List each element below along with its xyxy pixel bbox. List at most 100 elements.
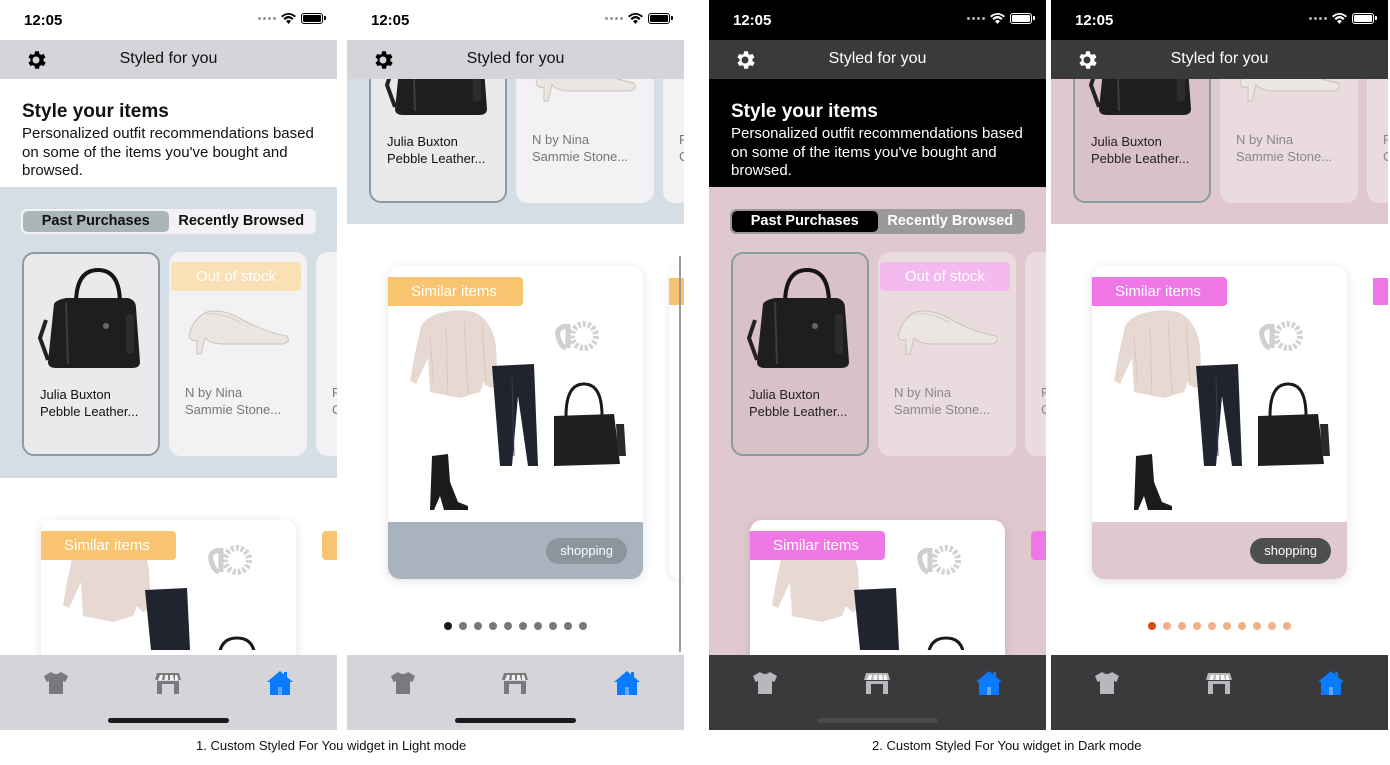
similar-items-badge: Similar items bbox=[1092, 277, 1227, 306]
page-dot[interactable] bbox=[579, 622, 587, 630]
page-dot[interactable] bbox=[564, 622, 572, 630]
nav-title: Styled for you bbox=[119, 50, 218, 67]
nav-bar: Styled for you bbox=[1051, 40, 1388, 79]
page-dot[interactable] bbox=[1178, 622, 1186, 630]
style-header: Style your items Personalized outfit rec… bbox=[709, 79, 1046, 187]
out-of-stock-badge: Out of stock bbox=[880, 262, 1010, 291]
storefront-icon[interactable] bbox=[154, 669, 182, 697]
item-name: N by Nina Sammie Stone... bbox=[894, 385, 991, 417]
battery-icon bbox=[648, 13, 673, 24]
outfit-card[interactable]: Similar items shopping bbox=[388, 266, 643, 579]
next-outfit-peek bbox=[1031, 531, 1046, 560]
item-name: FC bbox=[1383, 132, 1388, 164]
segment-recently-browsed[interactable]: Recently Browsed bbox=[169, 211, 315, 232]
item-card-selected[interactable]: Julia Buxton Pebble Leather... bbox=[22, 252, 160, 456]
status-time: 12:05 bbox=[1075, 12, 1114, 29]
item-card-peek[interactable]: FC bbox=[1025, 252, 1046, 456]
shoe-image bbox=[183, 296, 293, 356]
home-icon[interactable] bbox=[975, 669, 1003, 697]
status-bar: 12:05 bbox=[347, 0, 684, 40]
nav-bar: Styled for you bbox=[347, 40, 684, 79]
status-indicators bbox=[967, 13, 1035, 24]
tshirt-icon[interactable] bbox=[389, 669, 417, 697]
page-dot[interactable] bbox=[459, 622, 467, 630]
item-card-selected[interactable]: Julia Buxton Pebble Leather... bbox=[731, 252, 869, 456]
battery-icon bbox=[1352, 13, 1377, 24]
segment-past-purchases[interactable]: Past Purchases bbox=[23, 211, 169, 232]
outfit-card[interactable]: Similar items shopping bbox=[1092, 266, 1347, 579]
battery-icon bbox=[1010, 13, 1035, 24]
tshirt-icon[interactable] bbox=[751, 669, 779, 697]
tshirt-icon[interactable] bbox=[1093, 669, 1121, 697]
next-outfit-peek bbox=[322, 531, 337, 560]
item-name: FC bbox=[679, 132, 684, 164]
page-dot-active[interactable] bbox=[1148, 622, 1156, 630]
battery-icon bbox=[301, 13, 326, 24]
header-title: Style your items bbox=[22, 101, 169, 122]
wifi-icon bbox=[281, 13, 296, 24]
item-card-peek[interactable]: FC bbox=[316, 252, 337, 456]
page-dot[interactable] bbox=[1268, 622, 1276, 630]
similar-items-badge: Similar items bbox=[41, 531, 176, 560]
page-dot-active[interactable] bbox=[444, 622, 452, 630]
segment-recently-browsed[interactable]: Recently Browsed bbox=[878, 211, 1024, 232]
status-time: 12:05 bbox=[371, 12, 410, 29]
item-card[interactable]: Out of stock N by Nina Sammie Stone... bbox=[169, 252, 307, 456]
items-band: Julia Buxton Pebble Leather... N by Nina S… bbox=[347, 0, 684, 224]
page-dot[interactable] bbox=[1283, 622, 1291, 630]
page-dot[interactable] bbox=[549, 622, 557, 630]
items-band: Past Purchases Recently Browsed Julia Bu… bbox=[0, 187, 337, 478]
header-subtitle: Personalized outfit recommendations base… bbox=[22, 125, 314, 179]
caption-light-mode: 1. Custom Styled For You widget in Light… bbox=[196, 738, 467, 753]
nav-title: Styled for you bbox=[1170, 50, 1269, 67]
item-name: FC bbox=[1041, 385, 1046, 417]
storefront-icon[interactable] bbox=[501, 669, 529, 697]
page-dot[interactable] bbox=[504, 622, 512, 630]
shopping-tag[interactable]: shopping bbox=[1250, 538, 1331, 564]
page-dot[interactable] bbox=[1238, 622, 1246, 630]
home-icon[interactable] bbox=[613, 669, 641, 697]
out-of-stock-badge: Out of stock bbox=[171, 262, 301, 291]
tshirt-icon[interactable] bbox=[42, 669, 70, 697]
storefront-icon[interactable] bbox=[863, 669, 891, 697]
scroll-indicator[interactable] bbox=[679, 256, 681, 652]
segment-past-purchases[interactable]: Past Purchases bbox=[732, 211, 878, 232]
storefront-icon[interactable] bbox=[1205, 669, 1233, 697]
home-icon[interactable] bbox=[266, 669, 294, 697]
home-indicator bbox=[108, 718, 229, 723]
status-bar: 12:05 bbox=[1051, 0, 1388, 40]
next-outfit-peek bbox=[1373, 278, 1388, 305]
handbag-image bbox=[36, 264, 146, 374]
page-dot[interactable] bbox=[1208, 622, 1216, 630]
item-card[interactable]: Out of stock N by Nina Sammie Stone... bbox=[878, 252, 1016, 456]
segmented-control: Past Purchases Recently Browsed bbox=[21, 209, 316, 234]
status-bar: 12:05 bbox=[709, 0, 1046, 40]
page-dot[interactable] bbox=[1163, 622, 1171, 630]
item-name: Julia Buxton Pebble Leather... bbox=[1091, 134, 1190, 166]
items-band: Past Purchases Recently Browsed Julia Bu… bbox=[709, 187, 1046, 478]
page-dot[interactable] bbox=[1223, 622, 1231, 630]
item-name: N by Nina Sammie Stone... bbox=[1236, 132, 1333, 164]
tab-bar bbox=[347, 655, 684, 730]
header-title: Style your items bbox=[731, 101, 878, 122]
tab-bar bbox=[1051, 655, 1388, 730]
next-outfit-card-peek bbox=[669, 266, 684, 579]
page-dot[interactable] bbox=[534, 622, 542, 630]
item-name: Julia Buxton Pebble Leather... bbox=[40, 387, 139, 419]
page-dot[interactable] bbox=[519, 622, 527, 630]
similar-items-badge: Similar items bbox=[388, 277, 523, 306]
item-name: Julia Buxton Pebble Leather... bbox=[749, 387, 848, 419]
items-band: Julia Buxton Pebble Leather... N by Nina S… bbox=[1051, 0, 1388, 224]
style-header: Style your items Personalized outfit rec… bbox=[0, 79, 337, 187]
outfit-footer: shopping bbox=[388, 522, 643, 579]
shopping-tag[interactable]: shopping bbox=[546, 538, 627, 564]
item-name: FC bbox=[332, 385, 337, 417]
home-icon[interactable] bbox=[1317, 669, 1345, 697]
outfit-footer: shopping bbox=[1092, 522, 1347, 579]
page-dot[interactable] bbox=[489, 622, 497, 630]
page-dot[interactable] bbox=[474, 622, 482, 630]
page-dot[interactable] bbox=[1193, 622, 1201, 630]
similar-items-badge: Similar items bbox=[750, 531, 885, 560]
nav-title: Styled for you bbox=[466, 50, 565, 67]
page-dot[interactable] bbox=[1253, 622, 1261, 630]
